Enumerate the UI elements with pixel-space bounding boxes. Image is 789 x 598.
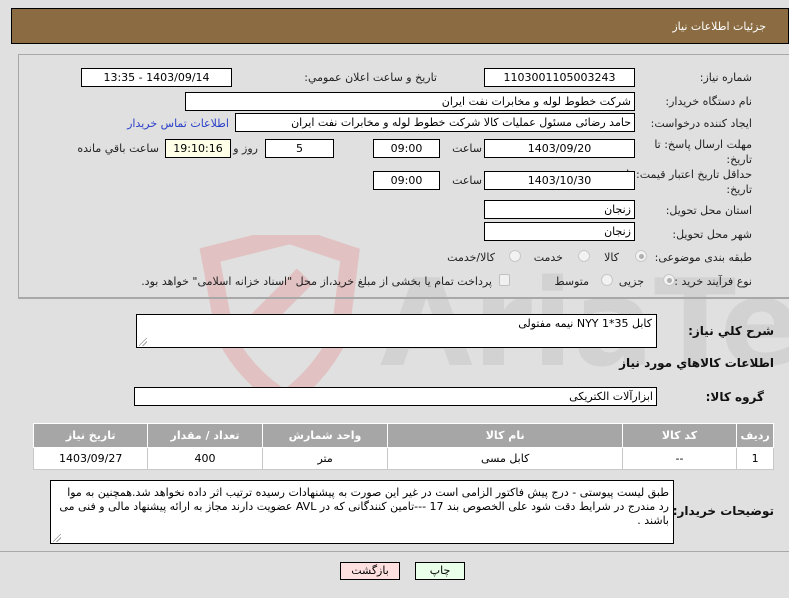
col-need-date: تاریخ نیاز	[32, 423, 149, 448]
summary-text: کابل 35*1 NYY نیمه مفتولی	[518, 317, 652, 330]
delivery-province-field: زنجان	[484, 200, 635, 219]
delivery-city-label: شهر محل تحویل:	[672, 228, 752, 241]
need-number-label: شماره نیاز:	[699, 71, 752, 84]
category-radio-goods-service[interactable]	[509, 250, 521, 262]
print-button[interactable]: چاپ	[415, 562, 465, 580]
response-deadline-date: 1403/09/20	[484, 139, 635, 158]
cell-unit: متر	[261, 447, 389, 470]
time-remaining-field: 19:10:16	[165, 139, 231, 158]
treasury-checkbox-label: پرداخت تمام یا بخشی از مبلغ خرید،از محل …	[141, 275, 492, 288]
col-goods-name: نام کالا	[387, 423, 623, 448]
window-title: جزئيات اطلاعات نياز	[672, 20, 766, 33]
buyer-notes-textarea[interactable]: طبق لیست پیوستی - درج پیش فاکتور الزامی …	[50, 480, 674, 544]
response-deadline-label: مهلت ارسال پاسخ: تا تاریخ:	[654, 138, 752, 166]
summary-textarea[interactable]: کابل 35*1 NYY نیمه مفتولی	[136, 314, 657, 348]
goods-group-label: گروه کالا:	[705, 390, 764, 404]
announce-datetime-field: 1403/09/14 - 13:35	[81, 68, 232, 87]
buyer-org-field: شرکت خطوط لوله و مخابرات نفت ایران	[185, 92, 635, 111]
price-validity-time: 09:00	[373, 171, 440, 190]
buyer-contact-link[interactable]: اطلاعات تماس خریدار	[127, 117, 229, 130]
announce-datetime-label: تاريخ و ساعت اعلان عمومي:	[304, 71, 437, 84]
purchase-type-label: نوع فرآیند خرید :	[674, 275, 752, 288]
col-unit: واحد شمارش	[261, 423, 389, 448]
category-option-service: خدمت	[533, 251, 563, 264]
delivery-city-field: زنجان	[484, 222, 635, 241]
footer-divider	[0, 551, 789, 552]
summary-label: شرح کلي نياز:	[688, 324, 774, 338]
requester-label: ایجاد کننده درخواست:	[650, 117, 752, 130]
resize-grip-icon[interactable]	[139, 338, 147, 346]
category-option-goods-service: کالا/خدمت	[447, 251, 495, 264]
title-bar: جزئيات اطلاعات نياز	[11, 8, 789, 44]
days-remaining-field: 5	[265, 139, 334, 158]
purchase-option-minor: جزیی	[618, 275, 644, 288]
price-validity-time-label: ساعت	[452, 174, 482, 187]
treasury-checkbox[interactable]	[499, 274, 510, 286]
goods-group-field: ابزارآلات الکتریکی	[134, 387, 657, 406]
response-time-label: ساعت	[452, 142, 482, 155]
cell-row-number: 1	[736, 447, 774, 470]
delivery-province-label: استان محل تحویل:	[665, 204, 752, 217]
items-table: ردیف کد کالا نام کالا واحد شمارش تعداد /…	[32, 423, 774, 470]
need-number-field: 1103001105003243	[484, 68, 635, 87]
requester-field: حامد رضائی مسئول عملیات کالا شرکت خطوط ل…	[235, 113, 635, 132]
cell-goods-code: --	[621, 447, 738, 470]
buyer-notes-label: توضیحات خریدار:	[672, 504, 774, 518]
back-button[interactable]: بازگشت	[340, 562, 400, 580]
col-quantity: تعداد / مقدار	[147, 423, 263, 448]
category-radio-service[interactable]	[578, 250, 590, 262]
col-row-number: ردیف	[736, 423, 774, 448]
col-goods-code: کد کالا	[621, 423, 738, 448]
category-radio-goods[interactable]	[635, 250, 647, 262]
items-section-title: اطلاعات کالاهاي مورد نياز	[619, 356, 774, 370]
purchase-option-medium: متوسط	[554, 275, 589, 288]
time-remaining-label: ساعت باقي مانده	[77, 142, 159, 155]
resize-grip-icon[interactable]	[53, 534, 61, 542]
response-deadline-time: 09:00	[373, 139, 440, 158]
cell-goods-name: کابل مسی	[387, 447, 623, 470]
buyer-notes-text: طبق لیست پیوستی - درج پیش فاکتور الزامی …	[59, 486, 669, 527]
purchase-radio-minor[interactable]	[663, 274, 675, 286]
price-validity-date: 1403/10/30	[484, 171, 635, 190]
table-row: 1 -- کابل مسی متر 400 1403/09/27	[32, 447, 774, 470]
category-option-goods: کالا	[604, 251, 619, 264]
table-header-row: ردیف کد کالا نام کالا واحد شمارش تعداد /…	[32, 423, 774, 448]
purchase-radio-medium[interactable]	[601, 274, 613, 286]
days-label: روز و	[233, 142, 258, 155]
cell-quantity: 400	[147, 447, 263, 470]
cell-need-date: 1403/09/27	[32, 447, 149, 470]
category-label: طبقه بندی موضوعی:	[654, 251, 752, 264]
divider	[18, 298, 789, 299]
buyer-org-label: نام دستگاه خریدار:	[665, 95, 752, 108]
